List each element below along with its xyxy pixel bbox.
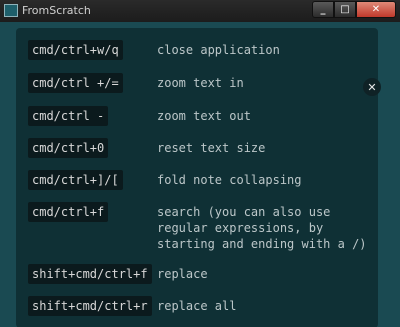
shortcut-description: replace all — [157, 299, 237, 313]
shortcut-keys: shift+cmd/ctrl+f — [28, 264, 152, 284]
maximize-button[interactable]: □ — [334, 1, 356, 18]
shortcut-description: replace — [157, 267, 208, 281]
app-icon — [4, 4, 18, 17]
shortcut-keys: shift+cmd/ctrl+r — [28, 296, 152, 316]
close-window-button[interactable]: ✕ — [356, 1, 396, 18]
window-title: FromScratch — [22, 4, 91, 17]
window-controls: _ □ ✕ — [312, 1, 396, 18]
shortcut-keys: cmd/ctrl +/= — [28, 73, 123, 93]
shortcut-keys: cmd/ctrl+0 — [28, 138, 109, 158]
shortcut-keys: cmd/ctrl+w/q — [28, 40, 123, 60]
shortcut-keys: cmd/ctrl+f — [28, 202, 109, 222]
shortcut-description: fold note collapsing — [157, 173, 302, 187]
shortcut-description: zoom text in — [157, 76, 244, 90]
minimize-button[interactable]: _ — [312, 1, 334, 18]
shortcut-keys: cmd/ctrl+]/[ — [28, 170, 123, 190]
shortcut-description: reset text size — [157, 141, 266, 155]
note-editor[interactable]: ✕ cmd/ctrl+w/q close application cmd/ctr… — [0, 22, 400, 327]
title-bar: FromScratch _ □ ✕ — [0, 0, 400, 23]
shortcut-description: zoom text out — [157, 109, 251, 123]
shortcut-description: search (you can also use regular express… — [157, 205, 367, 251]
shortcut-description: close application — [157, 43, 280, 57]
shortcut-keys: cmd/ctrl - — [28, 106, 109, 126]
